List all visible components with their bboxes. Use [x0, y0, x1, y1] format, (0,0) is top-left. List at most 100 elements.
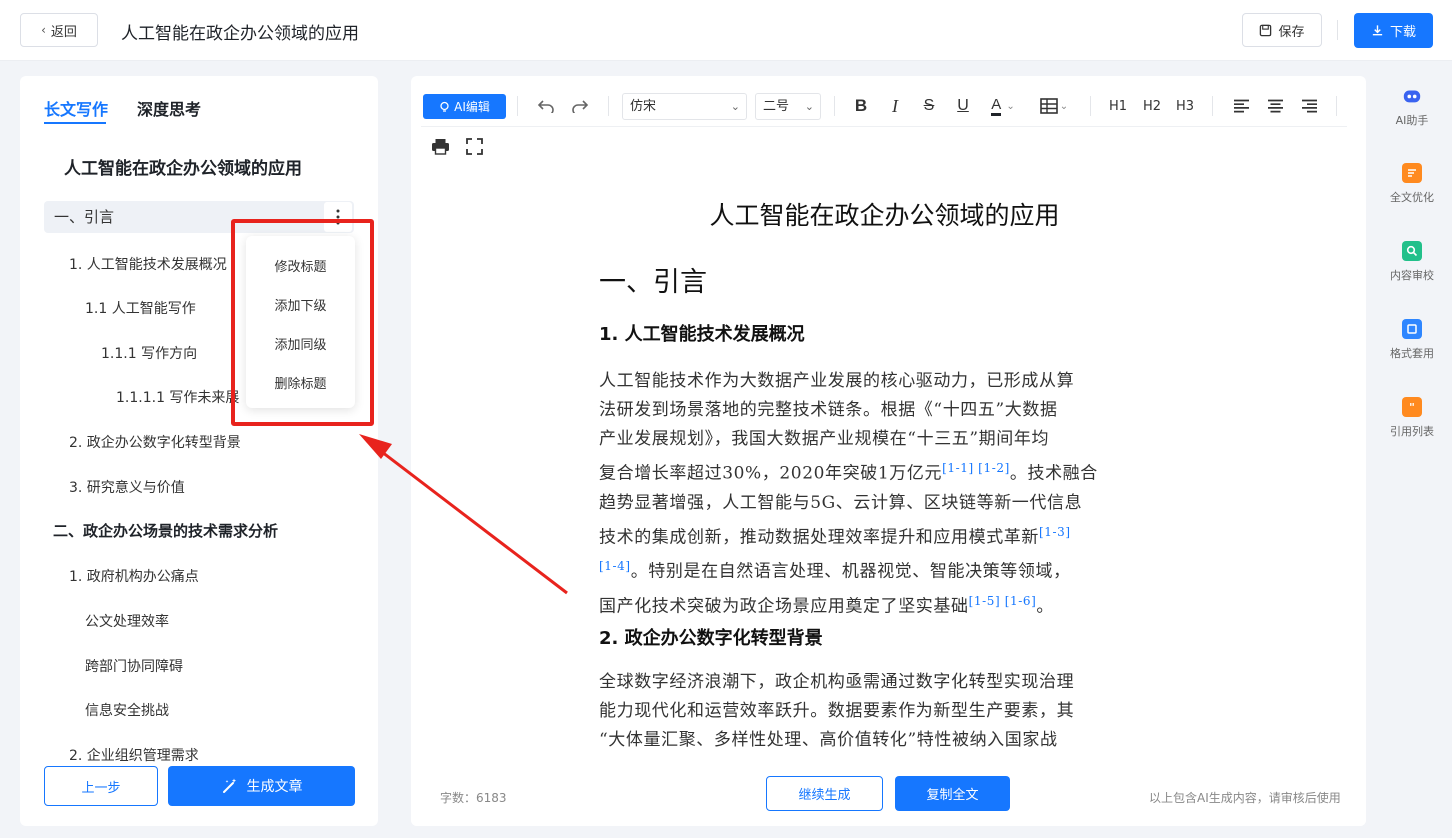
toolbar-divider: [608, 96, 609, 116]
outline-item[interactable]: 3. 研究意义与价值: [69, 477, 185, 497]
download-label: 下载: [1389, 25, 1416, 40]
word-count: 字数：6183: [440, 791, 507, 805]
outline-item[interactable]: 2. 政企办公数字化转型背景: [69, 432, 241, 452]
rail-full-optimize[interactable]: 全文优化: [1383, 163, 1441, 205]
save-icon: [1260, 24, 1272, 36]
font-size-value: 二号: [763, 99, 790, 114]
toolbar-divider: [1212, 96, 1213, 116]
citation-link[interactable]: [1-1] [1-2]: [942, 461, 1010, 475]
document-editor: AI编辑 仿宋 ⌄ 二号 ⌄ B I S U A ⌄ ⌄ H1 H2 H3 人工…: [411, 76, 1366, 826]
font-color-icon[interactable]: A ⌄: [987, 94, 1019, 118]
paragraph-line: 全球数字经济浪潮下，政企机构亟需通过数字化转型实现治理: [599, 672, 1075, 692]
robot-icon: [1402, 86, 1422, 106]
citation-link[interactable]: [1-4]: [599, 559, 631, 573]
chevron-left-icon: ‹: [41, 23, 46, 37]
strikethrough-icon[interactable]: S: [920, 94, 938, 118]
rail-label: 全文优化: [1390, 191, 1434, 204]
fullscreen-icon[interactable]: [464, 134, 484, 158]
active-tab-indicator: [44, 122, 106, 124]
bold-icon[interactable]: B: [852, 94, 870, 118]
italic-icon[interactable]: I: [886, 94, 904, 118]
table-icon[interactable]: ⌄: [1036, 94, 1072, 118]
heading-1-button[interactable]: H1: [1108, 94, 1128, 118]
save-button[interactable]: 保存: [1242, 13, 1322, 47]
undo-icon[interactable]: [535, 94, 557, 118]
rail-format-apply[interactable]: 格式套用: [1383, 319, 1441, 361]
rail-label: 引用列表: [1390, 425, 1434, 438]
outline-item[interactable]: 跨部门协同障碍: [85, 656, 183, 676]
download-button[interactable]: 下载: [1354, 13, 1433, 48]
previous-step-button[interactable]: 上一步: [44, 766, 158, 806]
document-title: 人工智能在政企办公领域的应用: [709, 201, 1060, 230]
align-left-icon[interactable]: [1232, 94, 1250, 118]
toolbar-bottom-border: [421, 126, 1347, 127]
lightbulb-icon: [440, 101, 449, 112]
citation-link[interactable]: [1-3]: [1039, 525, 1071, 539]
generate-article-button[interactable]: 生成文章: [168, 766, 355, 806]
paragraph-line: 趋势显著增强，人工智能与5G、云计算、区块链等新一代信息: [599, 492, 1083, 513]
outline-item[interactable]: 1. 政府机构办公痛点: [69, 566, 199, 586]
font-family-value: 仿宋: [630, 99, 657, 114]
ai-edit-button[interactable]: AI编辑: [423, 94, 506, 119]
review-icon: [1402, 241, 1422, 261]
font-family-select[interactable]: 仿宋 ⌄: [622, 93, 747, 120]
underline-icon[interactable]: U: [954, 94, 972, 118]
document-heading-1: 一、引言: [599, 267, 707, 298]
redo-icon[interactable]: [569, 94, 591, 118]
outline-item[interactable]: 2. 企业组织管理需求: [69, 745, 199, 765]
document-heading-2: 2. 政企办公数字化转型背景: [599, 628, 823, 649]
outline-item[interactable]: 1.1.1.1 写作未来展: [116, 387, 239, 407]
font-size-select[interactable]: 二号 ⌄: [755, 93, 821, 120]
document-paragraph-2: 全球数字经济浪潮下，政企机构亟需通过数字化转型实现治理 能力现代化和运营效率跃升…: [599, 668, 1171, 755]
chevron-down-icon: ⌄: [804, 100, 814, 113]
paragraph-line: 国产化技术突破为政企场景应用奠定了坚实基础[1-5] [1-6]。: [599, 593, 1055, 617]
rail-ai-assistant[interactable]: AI助手: [1383, 86, 1441, 128]
doc-optimize-icon: [1402, 163, 1422, 183]
magic-wand-icon: [222, 778, 236, 793]
outline-item[interactable]: 1.1.1 写作方向: [101, 343, 197, 363]
toolbar-divider: [1090, 96, 1091, 116]
heading-3-button[interactable]: H3: [1175, 94, 1195, 118]
back-label: 返回: [50, 24, 77, 40]
tab-deep-thinking[interactable]: 深度思考: [137, 96, 201, 120]
rail-label: 格式套用: [1390, 347, 1434, 360]
print-icon[interactable]: [430, 134, 450, 158]
save-label: 保存: [1278, 24, 1305, 40]
paragraph-line: “大体量汇聚、多样性处理、高价值转化”特性被纳入国家战: [599, 730, 1058, 750]
align-right-icon[interactable]: [1300, 94, 1318, 118]
outline-panel: 长文写作 深度思考 人工智能在政企办公领域的应用 一、引言 1. 人工智能技术发…: [20, 76, 378, 826]
chevron-down-icon: ⌄: [730, 100, 740, 113]
outline-item[interactable]: 1. 人工智能技术发展概况: [69, 254, 227, 274]
download-icon: [1372, 25, 1383, 36]
continue-generate-button[interactable]: 继续生成: [766, 776, 883, 811]
citation-link[interactable]: [1-5] [1-6]: [969, 594, 1037, 608]
paragraph-line: 复合增长率超过30%，2020年突破1万亿元[1-1] [1-2]。技术融合: [599, 461, 1098, 484]
rail-citation-list[interactable]: " 引用列表: [1383, 397, 1441, 439]
copy-all-button[interactable]: 复制全文: [895, 776, 1010, 811]
align-center-icon[interactable]: [1266, 94, 1284, 118]
annotation-highlight-box: [231, 219, 374, 426]
paragraph-line: 技术的集成创新，推动数据处理效率提升和应用模式革新[1-3]: [599, 524, 1071, 548]
outline-item-section2[interactable]: 二、政企办公场景的技术需求分析: [53, 520, 278, 541]
outline-title: 人工智能在政企办公领域的应用: [64, 159, 302, 179]
top-bar: ‹ 返回 人工智能在政企办公领域的应用 保存 下载: [0, 0, 1452, 61]
page-title: 人工智能在政企办公领域的应用: [121, 24, 359, 44]
generate-label: 生成文章: [246, 779, 303, 795]
toolbar-divider: [1336, 96, 1337, 116]
quote-icon: ": [1402, 397, 1422, 417]
header-divider: [1337, 20, 1338, 40]
outline-item[interactable]: 1.1 人工智能写作: [85, 298, 196, 318]
rail-content-review[interactable]: 内容审校: [1383, 241, 1441, 283]
format-icon: [1402, 319, 1422, 339]
toolbar-divider: [517, 96, 518, 116]
ai-edit-label: AI编辑: [454, 100, 490, 114]
outline-item[interactable]: 公文处理效率: [85, 611, 169, 631]
paragraph-line: 人工智能技术作为大数据产业发展的核心驱动力，已形成从算: [599, 371, 1075, 391]
heading-2-button[interactable]: H2: [1142, 94, 1162, 118]
paragraph-line: 产业发展规划》，我国大数据产业规模在“十三五”期间年均: [599, 429, 1050, 449]
rail-label: 内容审校: [1390, 269, 1434, 282]
tab-long-writing[interactable]: 长文写作: [44, 96, 108, 120]
back-button[interactable]: ‹ 返回: [20, 13, 98, 47]
outline-item[interactable]: 信息安全挑战: [85, 700, 169, 720]
toolbar-divider: [834, 96, 835, 116]
